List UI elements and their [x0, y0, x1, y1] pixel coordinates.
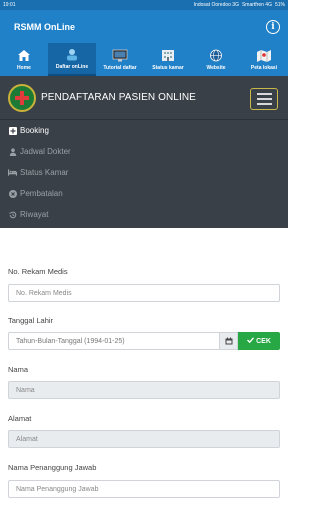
menu-item-label: Status Kamar: [20, 168, 69, 177]
check-icon: [247, 337, 255, 345]
home-icon: [16, 49, 32, 63]
alamat-placeholder: Alamat: [16, 435, 38, 443]
site-navbar: PENDAFTARAN PASIEN ONLINE Booking Jadwal…: [0, 76, 288, 228]
tab-status-kamar[interactable]: Status kamar: [144, 43, 192, 76]
room-status-icon: [160, 49, 176, 63]
menu-item-label: Jadwal Dokter: [20, 147, 71, 156]
tab-peta-lokasi-label: Peta lokasi: [250, 64, 278, 71]
nav-menu: Booking Jadwal Dokter Status Kamar Pemba…: [0, 120, 288, 225]
nama-input[interactable]: Nama: [8, 381, 280, 399]
tutorial-icon: [112, 49, 128, 63]
tab-bar: Home Daftar onLine Tutorial daftar Statu…: [0, 43, 288, 76]
cek-button-label: CEK: [256, 337, 271, 345]
menu-item-label: Booking: [20, 126, 49, 135]
app-bar: RSMM OnLine i: [0, 10, 288, 43]
rekam-medis-label: No. Rekam Medis: [8, 267, 68, 276]
map-icon: [256, 49, 272, 63]
tanggal-lahir-group: Tahun-Bulan-Tanggal (1994-01-25) CEK: [8, 332, 280, 350]
cek-button[interactable]: CEK: [238, 332, 280, 350]
menu-item-jadwal-dokter[interactable]: Jadwal Dokter: [0, 141, 288, 162]
user-md-icon: [8, 147, 17, 156]
penanggung-jawab-input[interactable]: Nama Penanggung Jawab: [8, 480, 280, 498]
nama-label: Nama: [8, 365, 29, 374]
brand-title: PENDAFTARAN PASIEN ONLINE: [41, 92, 196, 103]
hamburger-bar: [256, 98, 272, 100]
tanggal-lahir-label: Tanggal Lahir: [8, 316, 54, 325]
menu-item-booking[interactable]: Booking: [0, 120, 288, 141]
menu-item-label: Pembatalan: [20, 189, 63, 198]
hamburger-bar: [256, 93, 272, 95]
penanggung-jawab-placeholder: Nama Penanggung Jawab: [16, 485, 99, 493]
hospital-logo: [8, 83, 36, 112]
hamburger-menu-button[interactable]: [250, 88, 278, 110]
tab-home[interactable]: Home: [0, 43, 48, 76]
tab-website-label: Website: [206, 64, 226, 71]
carrier1: Indosat Ooredoo 3G: [193, 2, 239, 8]
history-icon: [8, 211, 17, 219]
app-title: RSMM OnLine: [14, 21, 75, 32]
tab-status-kamar-label: Status kamar: [152, 64, 184, 71]
status-bar: 19:01 Indosat Ooredoo 3G Smartfren 4G 51…: [0, 0, 288, 10]
hamburger-bar: [256, 103, 272, 105]
carrier2: Smartfren 4G: [241, 2, 272, 8]
tab-daftar-online-label: Daftar onLine: [55, 63, 89, 70]
rekam-medis-placeholder: No. Rekam Medis: [16, 289, 72, 297]
plus-square-icon: [8, 126, 17, 135]
calendar-icon[interactable]: [220, 332, 238, 350]
bed-icon: [8, 169, 17, 176]
status-time: 19:01: [3, 2, 16, 8]
tanggal-lahir-placeholder: Tahun-Bulan-Tanggal (1994-01-25): [16, 337, 125, 345]
tab-peta-lokasi[interactable]: Peta lokasi: [240, 43, 288, 76]
battery-level: 51%: [274, 2, 285, 8]
menu-item-label: Riwayat: [20, 210, 49, 219]
tab-website[interactable]: Website: [192, 43, 240, 76]
nama-placeholder: Nama: [16, 386, 35, 394]
menu-item-status-kamar[interactable]: Status Kamar: [0, 162, 288, 183]
info-icon[interactable]: i: [266, 19, 280, 34]
menu-item-riwayat[interactable]: Riwayat: [0, 204, 288, 225]
tab-daftar-online[interactable]: Daftar onLine: [48, 43, 96, 76]
tab-home-label: Home: [17, 64, 31, 71]
alamat-label: Alamat: [8, 414, 32, 423]
tab-tutorial-daftar[interactable]: Tutorial daftar: [96, 43, 144, 76]
website-icon: [208, 49, 224, 63]
penanggung-jawab-label: Nama Penanggung Jawab: [8, 463, 97, 472]
tab-tutorial-daftar-label: Tutorial daftar: [103, 64, 137, 71]
tanggal-lahir-input[interactable]: Tahun-Bulan-Tanggal (1994-01-25): [8, 332, 220, 350]
alamat-input[interactable]: Alamat: [8, 430, 280, 448]
navbar-brand[interactable]: PENDAFTARAN PASIEN ONLINE: [0, 76, 288, 120]
rekam-medis-input[interactable]: No. Rekam Medis: [8, 284, 280, 302]
times-circle-icon: [8, 189, 17, 198]
register-icon: [64, 48, 80, 62]
menu-item-pembatalan[interactable]: Pembatalan: [0, 183, 288, 204]
